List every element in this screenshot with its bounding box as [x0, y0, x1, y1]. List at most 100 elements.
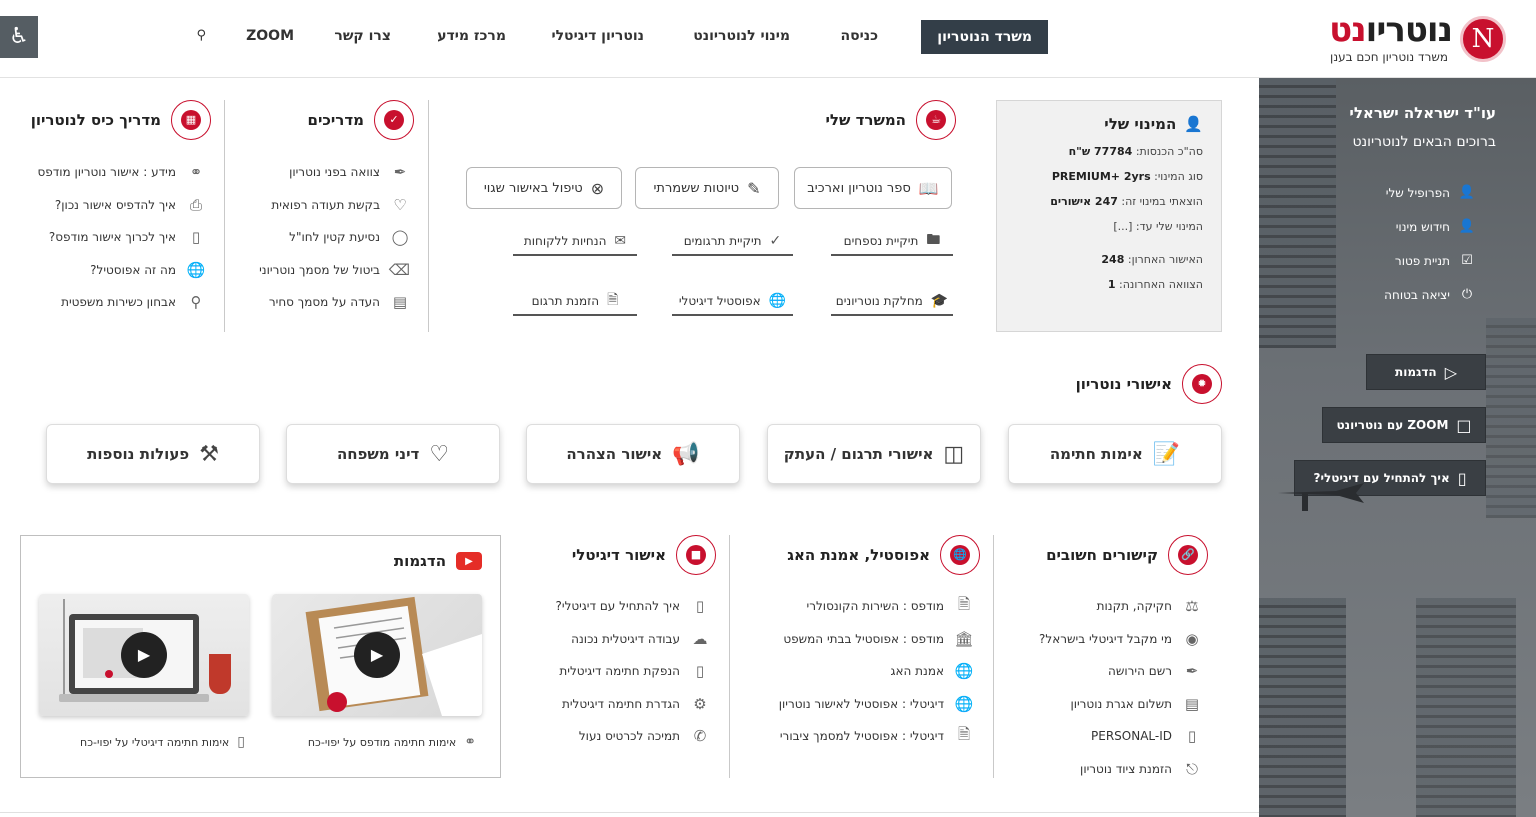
top-bar: N נוטריונט משרד נוטריון חכם בענן משרד הנ…	[0, 0, 1536, 78]
building-background-image	[1259, 78, 1336, 348]
quill-icon: ✒	[393, 163, 407, 182]
video-thumbnail-printed[interactable]: ▶	[272, 594, 482, 716]
sidebar-item-logout[interactable]: ⏻ יציאה בטוחה	[1384, 286, 1476, 304]
sidebar-item-profile[interactable]: 👤 הפרופיל שלי	[1386, 184, 1476, 202]
guide-medical[interactable]: ♡ בקשת תעודה רפואית	[259, 189, 410, 222]
notary-approvals-heading: ✹ אישורי נוטריון	[1076, 364, 1222, 404]
nav-login[interactable]: כניסה	[840, 28, 878, 44]
nav-info-center[interactable]: מרכז מידע	[437, 28, 506, 44]
link-inheritance-registrar[interactable]: ✒ רשם הירושה	[1039, 655, 1202, 688]
document-check-icon: 🗎	[957, 594, 971, 613]
lightbulb-icon: ⚲	[190, 293, 202, 312]
video-camera-icon: □	[1456, 415, 1472, 435]
wheelchair-icon[interactable]: ♿	[0, 16, 38, 58]
nav-zoom[interactable]: ZOOM	[246, 28, 294, 44]
digital-issue-signature[interactable]: ▯ הנפקת חתימה דיגיטלית	[556, 655, 710, 688]
book-icon: 📖	[918, 178, 939, 198]
translation-copy-button[interactable]: ◫ אישורי תרגום / העתק	[767, 424, 981, 484]
guide-will[interactable]: ✒ צוואה בפני נוטריון	[259, 156, 410, 189]
appendix-folder-link[interactable]: 🖿 תיקיית נספחים	[831, 228, 953, 256]
coffee-cup-icon: ☕	[916, 100, 956, 140]
signature-verification-button[interactable]: 📝 אימות חתימה	[1008, 424, 1222, 484]
pocket-printed-info[interactable]: ⚭ מידע : אישור נוטריון מודפס	[37, 156, 206, 189]
guide-minor-travel[interactable]: ◯ נסיעת קטין לחו"ל	[259, 221, 410, 254]
youtube-icon: ▶	[456, 552, 482, 570]
digital-locked-card-support[interactable]: ✆ תמיכה לכרטיס נעול	[556, 720, 710, 753]
divider	[0, 812, 1259, 813]
client-instructions-link[interactable]: ✉ הנחיות ללקוחות	[513, 228, 637, 256]
link-personal-id[interactable]: ▯ PERSONAL-ID	[1039, 720, 1202, 753]
user-greeting: עו"ד ישראלה ישראלי	[1349, 104, 1496, 122]
notary-department-link[interactable]: 🎓 מחלקת נוטריונים	[831, 288, 953, 316]
stat-last-approval: האישור האחרון: 248	[1101, 253, 1203, 266]
search-icon[interactable]: ⚲	[196, 28, 206, 43]
x-circle-icon: ⊗	[590, 178, 605, 198]
stat-last-will: הצוואה האחרונה: 1	[1107, 278, 1203, 291]
play-icon[interactable]: ▶	[121, 632, 167, 678]
digital-setup-signature[interactable]: ⚙ הגדרת חתימה דיגיטלית	[556, 688, 710, 721]
apostille-digital-public[interactable]: 🗎 דיגיטלי : אפוסטיל למסמך ציבורי	[779, 720, 974, 753]
notary-book-archive-button[interactable]: 📖 ספר נוטריון וארכיב	[794, 167, 952, 209]
guide-cancel-document[interactable]: ⌫ ביטול של מסמך נוטריוני	[259, 254, 410, 287]
apostille-hague[interactable]: 🌐 אמנת האג	[779, 655, 974, 688]
declaration-button[interactable]: 📢 אישור הצהרה	[526, 424, 740, 484]
nav-digital-notary[interactable]: נוטריון דיגיטלי	[551, 28, 644, 44]
pocket-bind-howto[interactable]: ▯ איך לכרוך אישור מודפס?	[37, 221, 206, 254]
translations-folder-link[interactable]: ✓ תיקיית תרגומים	[672, 228, 793, 256]
site-logo[interactable]: N נוטריונט משרד נוטריון חכם בענן	[1306, 10, 1506, 68]
gear-icon: ⚙	[693, 694, 707, 713]
nav-subscription[interactable]: מינוי לנוטריונט	[693, 28, 790, 44]
link-order-equipment[interactable]: ⎋ הזמנת ציוד נוטריון	[1039, 753, 1202, 786]
guide-negotiable[interactable]: ▤ העדה על מסמך סחיר	[259, 286, 410, 319]
stamp-icon: ⎋	[1186, 759, 1198, 778]
cloud-icon: ☁	[692, 629, 708, 648]
link-legislation[interactable]: ⚖ חקיקה, תקנות	[1039, 590, 1202, 623]
digital-best-practice[interactable]: ☁ עבודה דיגיטלית נכונה	[556, 623, 710, 656]
demos-button[interactable]: ▷ הדגמות	[1366, 354, 1486, 390]
building-background-image	[1259, 598, 1346, 817]
user-gear-icon: 👤	[1458, 185, 1476, 200]
zoom-with-notary-button[interactable]: □ ZOOM עם נוטריונט	[1322, 407, 1486, 443]
video-caption-digital[interactable]: ▯ אימות חתימה דיגיטלי על יפוי-כח	[80, 734, 245, 750]
order-translation-link[interactable]: 🗎 הזמנת תרגום	[513, 288, 637, 316]
pocket-apostille[interactable]: 🌐 מה זה אפוסטיל?	[37, 254, 206, 287]
nav-contact[interactable]: צרו קשר	[334, 28, 391, 44]
pocket-capacity[interactable]: ⚲ אבחון כשירות משפטית	[37, 286, 206, 319]
globe-icon: 🌐	[940, 535, 980, 575]
building-background-image	[1416, 598, 1516, 817]
power-icon: ⏻	[1461, 287, 1473, 302]
play-icon[interactable]: ▶	[354, 632, 400, 678]
my-subscription-panel: 👤 המינוי שלי סה"כ הכנסות: 77784 ש"ח סוג …	[996, 100, 1222, 332]
pocket-print-howto[interactable]: ⎙ איך להדפיס אישור נכון?	[37, 189, 206, 222]
apostille-consular[interactable]: 🗎 מודפס : השירות הקונסולרי	[779, 590, 974, 623]
user-plus-icon: 👤	[1458, 219, 1476, 234]
pocket-guide-heading: ▦ מדריך כיס לנוטריון	[31, 100, 211, 140]
sidebar-item-exemption[interactable]: ☑ תניית פטור	[1395, 252, 1476, 270]
stat-subscription-type: סוג המינוי: PREMIUM+ 2yrs	[1051, 170, 1203, 183]
more-actions-button[interactable]: ⚒ פעולות נוספות	[46, 424, 260, 484]
my-office-heading: ☕ המשרד שלי	[826, 100, 956, 140]
link-notary-fee[interactable]: ▤ תשלום אגרת נוטריון	[1039, 688, 1202, 721]
digital-apostille-link[interactable]: 🌐 אפוסטיל דיגיטלי	[672, 288, 793, 316]
pencil-icon: ✎	[747, 178, 761, 198]
apostille-heading: 🌐 אפוסטיל, אמנת האג	[787, 535, 980, 575]
wrong-approval-button[interactable]: ⊗ טיפול באישור שגוי	[466, 167, 622, 209]
family-law-button[interactable]: ♡ דיני משפחה	[286, 424, 500, 484]
link-digital-acceptance[interactable]: ◉ מי מקבל דיגיטלי בישראל?	[1039, 623, 1202, 656]
saved-drafts-button[interactable]: ✎ טיוטות ששמרתי	[635, 167, 779, 209]
sign-document-icon: 📝	[1152, 441, 1181, 467]
digital-start[interactable]: ▯ איך להתחיל עם דיגיטלי?	[556, 590, 710, 623]
video-thumbnail-digital[interactable]: ▶	[39, 594, 249, 716]
logo-wordmark: נוטריונט	[1329, 10, 1453, 50]
tools-icon: ⚒	[199, 441, 219, 467]
apostille-digital-notary[interactable]: 🌐 דיגיטלי : אפוסטיל לאישור נוטריון	[779, 688, 974, 721]
digital-approval-heading: ■ אישור דיגיטלי	[572, 535, 716, 575]
video-caption-printed[interactable]: ⚭ אימות חתימה מודפס על יפוי-כח	[308, 734, 476, 750]
ribbon-icon: ⚭	[189, 163, 203, 182]
apostille-courts[interactable]: 🏛 מודפס : אפוסטיל בבתי המשפט	[779, 623, 974, 656]
user-sidebar: עו"ד ישראלה ישראלי ברוכים הבאים לנוטריונ…	[1259, 78, 1536, 817]
my-subscription-title: 👤 המינוי שלי	[1104, 115, 1203, 133]
nav-notary-office-button[interactable]: משרד הנוטריון	[921, 20, 1048, 54]
sidebar-item-renew[interactable]: 👤 חידוש מינוי	[1396, 218, 1476, 236]
usb-key-icon: ▯	[237, 734, 245, 750]
